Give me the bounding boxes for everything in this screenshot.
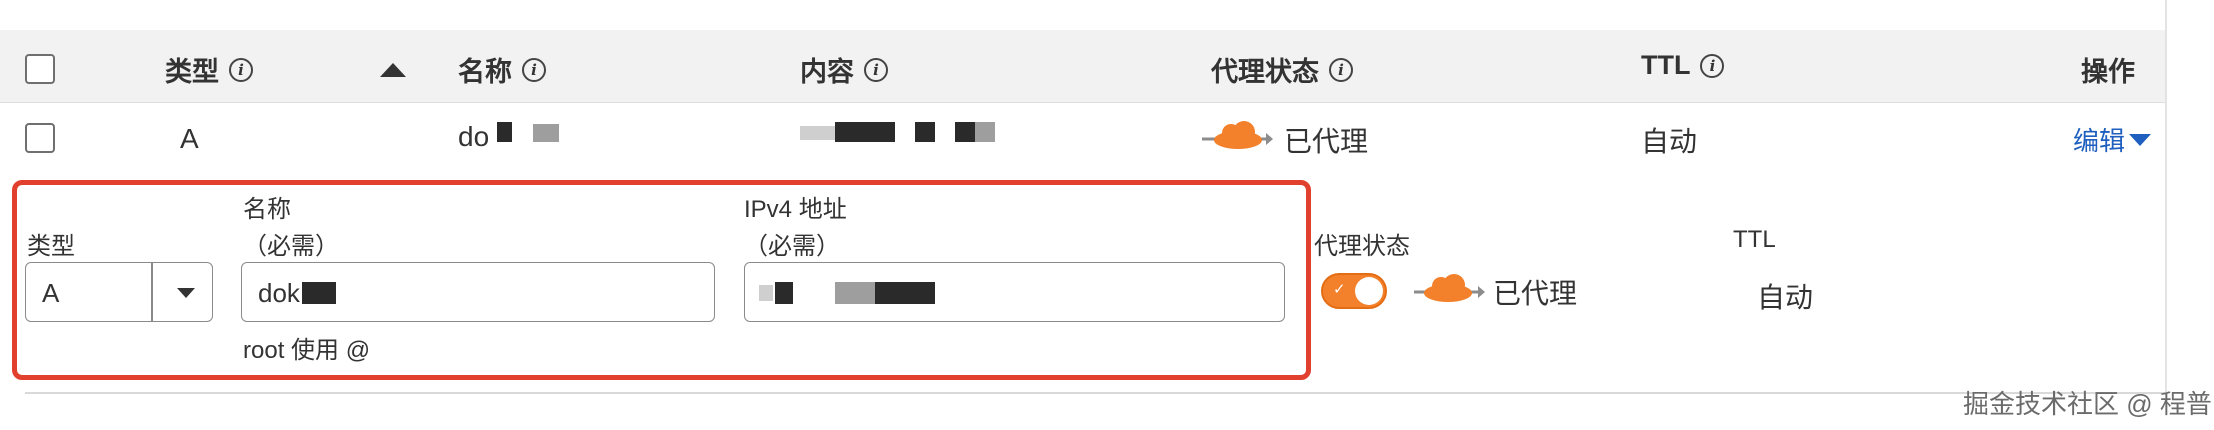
redacted-block <box>955 122 975 142</box>
redacted-block <box>759 285 773 301</box>
select-all-checkbox[interactable] <box>25 54 55 84</box>
header-type-label: 类型 <box>165 57 219 87</box>
chevron-down-icon[interactable] <box>177 288 195 298</box>
redacted-block <box>533 124 559 142</box>
ipv4-field-label: IPv4 地址 <box>744 196 847 223</box>
info-icon[interactable]: i <box>229 57 253 82</box>
header-actions-label: 操作 <box>2081 57 2135 87</box>
redacted-block <box>497 122 512 142</box>
ipv4-input[interactable] <box>744 262 1285 322</box>
row-ttl: 自动 <box>1641 126 1698 157</box>
header-type[interactable]: 类型 i <box>165 50 253 89</box>
table-right-border <box>2165 0 2167 395</box>
header-actions: 操作 <box>2081 50 2135 89</box>
type-select-value: A <box>42 278 60 308</box>
name-input-value: dok <box>258 278 300 308</box>
header-proxy-status-label: 代理状态 <box>1211 57 1319 87</box>
watermark: 掘金技术社区 @ 程普 <box>1963 389 2212 419</box>
redacted-block <box>800 126 835 140</box>
redacted-block <box>975 122 995 142</box>
row-divider <box>25 392 2165 394</box>
ipv4-required-label: （必需） <box>744 233 840 260</box>
header-name[interactable]: 名称 i <box>458 50 546 89</box>
select-divider <box>151 263 153 321</box>
check-icon: ✓ <box>1333 281 1346 298</box>
ttl-field-label: TTL <box>1733 226 1776 253</box>
caret-down-icon <box>2129 133 2152 146</box>
name-field-label: 名称 <box>243 196 291 223</box>
name-hint: root 使用 @ <box>243 337 371 364</box>
row-proxy-status: 已代理 <box>1284 126 1369 157</box>
redacted-block <box>915 122 935 142</box>
name-input[interactable]: dok <box>241 262 715 322</box>
redacted-block <box>875 282 915 304</box>
info-icon[interactable]: i <box>1700 53 1725 78</box>
info-icon[interactable]: i <box>864 57 888 82</box>
name-required-label: （必需） <box>243 233 339 260</box>
cloud-icon <box>1414 274 1485 302</box>
row-checkbox[interactable] <box>25 123 55 153</box>
header-proxy-status[interactable]: 代理状态 i <box>1211 50 1353 89</box>
edit-button[interactable]: 编辑 <box>2073 121 2152 158</box>
header-content[interactable]: 内容 i <box>800 50 888 89</box>
info-icon[interactable]: i <box>522 57 546 82</box>
redacted-block <box>302 282 336 304</box>
redacted-block <box>915 282 935 304</box>
header-ttl-label: TTL <box>1641 50 1691 80</box>
row-type: A <box>180 123 199 154</box>
redacted-block <box>835 282 875 304</box>
proxy-toggle[interactable]: ✓ <box>1321 273 1387 309</box>
proxy-status-value: 已代理 <box>1493 278 1578 309</box>
edit-label: 编辑 <box>2073 126 2126 156</box>
table-header: 类型 i 名称 i 内容 i 代理状态 i TTL i 操作 <box>0 30 2165 103</box>
info-icon[interactable]: i <box>1329 57 1353 82</box>
type-field-label: 类型 <box>27 233 75 260</box>
sort-ascending-icon[interactable] <box>380 63 406 77</box>
toggle-knob <box>1355 277 1383 305</box>
redacted-block <box>775 282 793 304</box>
ttl-value[interactable]: 自动 <box>1757 276 1813 316</box>
proxy-field-label: 代理状态 <box>1314 233 1410 260</box>
header-name-label: 名称 <box>458 57 512 87</box>
cloud-icon <box>1202 121 1273 149</box>
type-select[interactable]: A <box>25 262 213 322</box>
header-content-label: 内容 <box>800 57 854 87</box>
header-ttl[interactable]: TTL i <box>1641 50 1725 81</box>
redacted-block <box>835 122 895 142</box>
row-name: do <box>458 121 490 152</box>
